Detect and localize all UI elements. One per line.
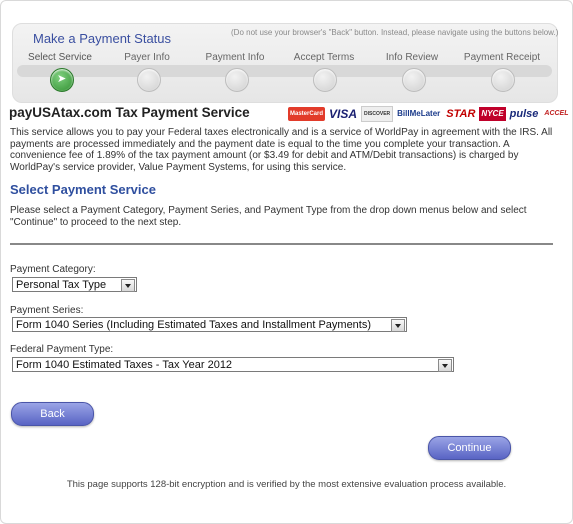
progress-track xyxy=(17,65,552,77)
service-description: This service allows you to pay your Fede… xyxy=(10,127,553,173)
star-logo-icon: STAR xyxy=(446,108,476,120)
payment-series-label: Payment Series: xyxy=(10,305,84,316)
payment-series-select[interactable]: Form 1040 Series (Including Estimated Ta… xyxy=(12,317,407,332)
step-label-payment-receipt: Payment Receipt xyxy=(463,52,541,63)
encryption-footer: This page supports 128-bit encryption an… xyxy=(66,479,507,490)
step-label-payment-info: Payment Info xyxy=(205,52,265,63)
step-dot-icon xyxy=(313,68,337,92)
card-logos: MasterCard VISA DISCOVER BillMeLater STA… xyxy=(288,106,571,122)
accel-logo-icon: ACCEL xyxy=(544,110,569,117)
payment-category-value: Personal Tax Type xyxy=(16,279,107,291)
section-title: Select Payment Service xyxy=(10,182,156,197)
step-label-info-review: Info Review xyxy=(385,52,439,63)
payment-type-value: Form 1040 Estimated Taxes - Tax Year 201… xyxy=(16,359,233,371)
billmelater-logo-icon: BillMeLater xyxy=(397,109,441,118)
divider xyxy=(10,243,553,245)
step-dot-icon xyxy=(225,68,249,92)
payment-category-select[interactable]: Personal Tax Type xyxy=(12,277,137,292)
step-label-payer-info: Payer Info xyxy=(124,52,170,63)
payment-series-value: Form 1040 Series (Including Estimated Ta… xyxy=(16,319,372,331)
instructions: Please select a Payment Category, Paymen… xyxy=(10,205,527,228)
pulse-logo-icon: pulse xyxy=(509,108,539,120)
dropdown-arrow-icon[interactable] xyxy=(438,359,452,372)
service-title: payUSAtax.com Tax Payment Service xyxy=(9,105,250,120)
dropdown-arrow-icon[interactable] xyxy=(391,319,405,332)
back-button[interactable]: Back xyxy=(11,402,94,426)
step-dot-icon xyxy=(137,68,161,92)
mastercard-logo-icon: MasterCard xyxy=(288,107,326,121)
step-dot-icon xyxy=(491,68,515,92)
step-current-arrow-icon xyxy=(50,68,74,92)
dropdown-arrow-icon[interactable] xyxy=(121,279,135,292)
step-dot-icon xyxy=(402,68,426,92)
status-title: Make a Payment Status xyxy=(33,31,172,46)
payment-type-label: Federal Payment Type: xyxy=(10,344,114,355)
step-label-accept-terms: Accept Terms xyxy=(293,52,355,63)
nyce-logo-icon: NYCE xyxy=(479,107,506,121)
payment-category-label: Payment Category: xyxy=(10,264,96,275)
back-button-note: (Do not use your browser's "Back" button… xyxy=(231,28,559,37)
visa-logo-icon: VISA xyxy=(329,107,358,121)
payment-type-select[interactable]: Form 1040 Estimated Taxes - Tax Year 201… xyxy=(12,357,454,372)
continue-button[interactable]: Continue xyxy=(428,436,511,460)
step-label-select-service: Select Service xyxy=(28,52,92,63)
discover-logo-icon: DISCOVER xyxy=(361,106,394,122)
